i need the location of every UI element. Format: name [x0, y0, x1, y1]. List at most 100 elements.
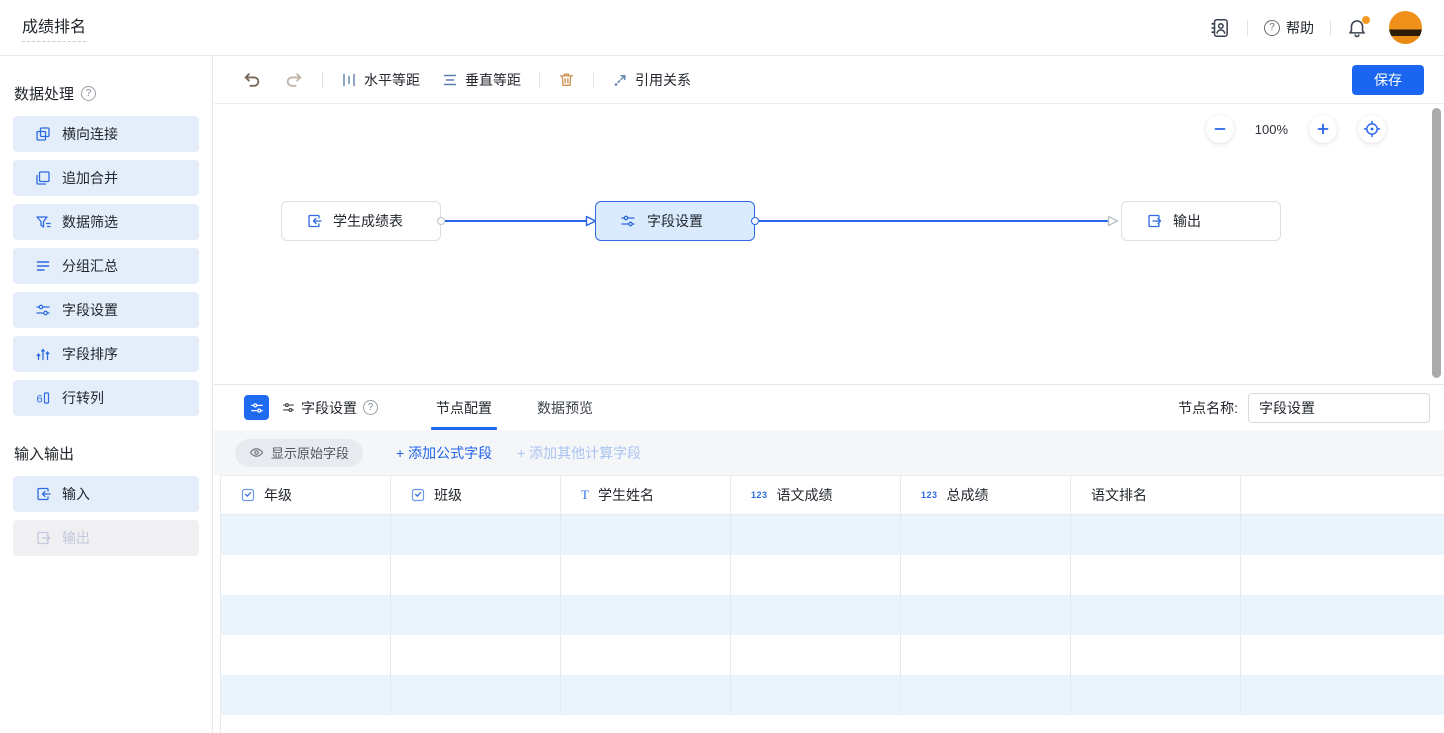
- column-header-chinese-rank[interactable]: 语文排名: [1071, 476, 1241, 514]
- dimension-type-icon: [241, 488, 255, 502]
- contacts-icon[interactable]: [1209, 17, 1231, 39]
- sidebar-item-horizontal-join[interactable]: 横向连接: [13, 116, 199, 152]
- column-header-student-name[interactable]: T 学生姓名: [561, 476, 731, 514]
- show-original-fields-toggle[interactable]: 显示原始字段: [235, 439, 363, 467]
- column-label: 语文排名: [1091, 485, 1147, 505]
- top-bar: 成绩排名 ? 帮助: [0, 0, 1444, 56]
- help-button[interactable]: ? 帮助: [1264, 18, 1314, 38]
- vertical-spacing-button[interactable]: 垂直等距: [442, 70, 521, 90]
- column-header-chinese-score[interactable]: 123 语文成绩: [731, 476, 901, 514]
- sidebar-item-label: 横向连接: [62, 124, 118, 144]
- node-label: 学生成绩表: [333, 211, 403, 231]
- notifications-bell-icon[interactable]: [1347, 18, 1367, 38]
- column-header-grade[interactable]: 年级: [221, 476, 391, 514]
- fields-table-header: 年级 班级 T 学生姓名: [221, 475, 1444, 515]
- output-port[interactable]: [437, 217, 445, 225]
- column-label: 语文成绩: [777, 485, 833, 505]
- fit-to-screen-button[interactable]: [1358, 115, 1386, 143]
- sidebar-section-input-output: 输入输出: [14, 443, 212, 464]
- sidebar-item-label: 字段排序: [62, 344, 118, 364]
- table-row: [221, 555, 1444, 595]
- panel-help-icon[interactable]: ?: [363, 400, 378, 415]
- sidebar-item-field-settings[interactable]: 字段设置: [13, 292, 199, 328]
- topbar-right-cluster: ? 帮助: [1209, 11, 1422, 44]
- output-icon: [1146, 213, 1162, 229]
- horizontal-spacing-icon: [341, 72, 357, 88]
- canvas-toolbar: 水平等距 垂直等距: [214, 56, 1444, 104]
- dimension-type-icon: [411, 488, 425, 502]
- node-name-group: 节点名称:: [1178, 393, 1430, 423]
- eye-icon: [249, 446, 264, 459]
- column-header-class[interactable]: 班级: [391, 476, 561, 514]
- node-label: 字段设置: [647, 211, 703, 231]
- save-button[interactable]: 保存: [1352, 65, 1424, 95]
- output-port[interactable]: [751, 217, 759, 225]
- tab-node-config[interactable]: 节点配置: [434, 385, 494, 430]
- divider: [539, 72, 540, 88]
- column-header-empty: [1241, 476, 1444, 514]
- horizontal-spacing-label: 水平等距: [364, 70, 420, 90]
- flow-canvas[interactable]: 100%: [214, 104, 1444, 384]
- node-name-label: 节点名称:: [1178, 398, 1238, 418]
- zoom-out-button[interactable]: [1206, 115, 1234, 143]
- horizontal-spacing-button[interactable]: 水平等距: [341, 70, 420, 90]
- panel-title: 字段设置: [301, 398, 357, 418]
- main-area: 水平等距 垂直等距: [214, 56, 1444, 733]
- edge-arrowhead: [1107, 215, 1119, 227]
- node-student-scores-table[interactable]: 学生成绩表: [281, 201, 441, 241]
- user-avatar[interactable]: [1389, 11, 1422, 44]
- horizontal-join-icon: [35, 126, 51, 142]
- undo-button[interactable]: [242, 70, 261, 89]
- document-title[interactable]: 成绩排名: [22, 13, 86, 42]
- section-title: 输入输出: [14, 443, 74, 464]
- text-type-icon: T: [581, 487, 589, 503]
- reference-relations-button[interactable]: 引用关系: [612, 70, 691, 90]
- section-help-icon[interactable]: ?: [81, 86, 96, 101]
- sidebar-item-group-summary[interactable]: 分组汇总: [13, 248, 199, 284]
- section-title: 数据处理: [14, 83, 74, 104]
- delete-trash-icon[interactable]: [558, 71, 575, 88]
- redo-button[interactable]: [285, 70, 304, 89]
- reference-relations-label: 引用关系: [635, 70, 691, 90]
- fields-table: 年级 班级 T 学生姓名: [220, 475, 1444, 733]
- sidebar-item-label: 分组汇总: [62, 256, 118, 276]
- add-formula-field-button[interactable]: + 添加公式字段: [396, 443, 492, 463]
- node-name-input[interactable]: [1248, 393, 1430, 423]
- field-settings-icon: [620, 213, 636, 229]
- column-label: 年级: [264, 485, 292, 505]
- sidebar-item-row-to-column[interactable]: 6 行转列: [13, 380, 199, 416]
- node-output[interactable]: 输出: [1121, 201, 1281, 241]
- node-field-settings[interactable]: 字段设置: [595, 201, 755, 241]
- sidebar-item-label: 追加合并: [62, 168, 118, 188]
- column-label: 总成绩: [947, 485, 989, 505]
- vertical-scrollbar[interactable]: [1432, 108, 1441, 378]
- sidebar-item-data-filter[interactable]: 数据筛选: [13, 204, 199, 240]
- question-circle-icon: ?: [1264, 20, 1280, 36]
- sidebar-item-label: 数据筛选: [62, 212, 118, 232]
- zoom-level: 100%: [1255, 122, 1288, 137]
- divider: [1330, 20, 1331, 36]
- table-row: [221, 635, 1444, 675]
- sidebar-item-append-merge[interactable]: 追加合并: [13, 160, 199, 196]
- panel-header: 字段设置 ? 节点配置 数据预览 节点名称:: [214, 385, 1444, 430]
- field-actions-row: 显示原始字段 + 添加公式字段 + 添加其他计算字段: [214, 430, 1444, 475]
- sidebar: 数据处理 ? 横向连接 追加合并: [0, 56, 213, 733]
- notification-badge: [1362, 16, 1370, 24]
- svg-text:6: 6: [37, 394, 43, 406]
- column-header-total-score[interactable]: 123 总成绩: [901, 476, 1071, 514]
- divider: [1247, 20, 1248, 36]
- sidebar-item-field-sort[interactable]: 字段排序: [13, 336, 199, 372]
- edge-input-to-fieldsettings: [445, 220, 589, 222]
- input-icon: [306, 213, 322, 229]
- field-settings-node-icon: [244, 395, 269, 420]
- field-sort-icon: [35, 346, 51, 362]
- edge-fieldsettings-to-output: [759, 220, 1109, 222]
- tab-data-preview[interactable]: 数据预览: [535, 385, 595, 430]
- zoom-in-button[interactable]: [1309, 115, 1337, 143]
- field-settings-icon: [35, 302, 51, 318]
- append-merge-icon: [35, 170, 51, 186]
- help-label: 帮助: [1286, 18, 1314, 38]
- sidebar-item-input[interactable]: 输入: [13, 476, 199, 512]
- sidebar-item-output: 输出: [13, 520, 199, 556]
- filter-icon: [35, 214, 51, 230]
